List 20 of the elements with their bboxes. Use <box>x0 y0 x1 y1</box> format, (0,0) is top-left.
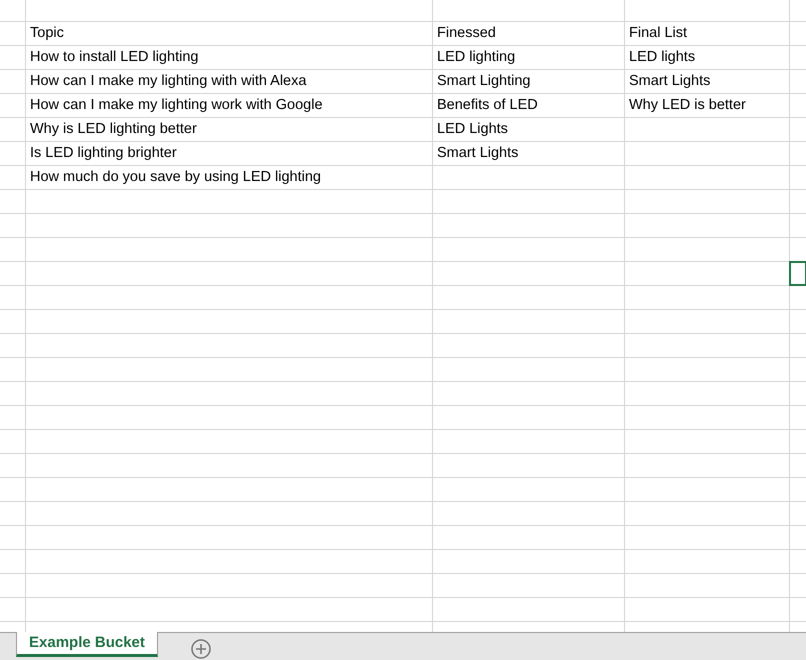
table-cell-text: Is LED lighting brighter <box>29 144 178 163</box>
table-cell-text: Why LED is better <box>628 96 747 115</box>
sheet-tab[interactable]: Example Bucket <box>16 632 158 657</box>
table-cell-text: How can I make my lighting with with Alexa <box>29 72 308 91</box>
table-cell-text: How can I make my lighting work with Google <box>29 96 324 115</box>
table-cell-text: LED lights <box>628 48 696 67</box>
table-cell-text: Smart Lighting <box>436 72 532 91</box>
table-cell-text: Topic <box>29 24 65 43</box>
table-cell-text: LED lighting <box>436 48 516 67</box>
table-cell-text: LED Lights <box>436 120 509 139</box>
table-cell-text: Smart Lights <box>436 144 520 163</box>
table-cell-text: Benefits of LED <box>436 96 539 115</box>
table-cell-text: Finessed <box>436 24 497 43</box>
table-cell-text: Why is LED lighting better <box>29 120 198 139</box>
table-cell-text: How to install LED lighting <box>29 48 200 67</box>
table-cell-text: Final List <box>628 24 688 43</box>
table-cell-text: Smart Lights <box>628 72 712 91</box>
add-sheet-button[interactable] <box>190 638 212 660</box>
cell-cursor <box>789 261 806 286</box>
table-cell-text: How much do you save by using LED lighting <box>29 168 322 187</box>
